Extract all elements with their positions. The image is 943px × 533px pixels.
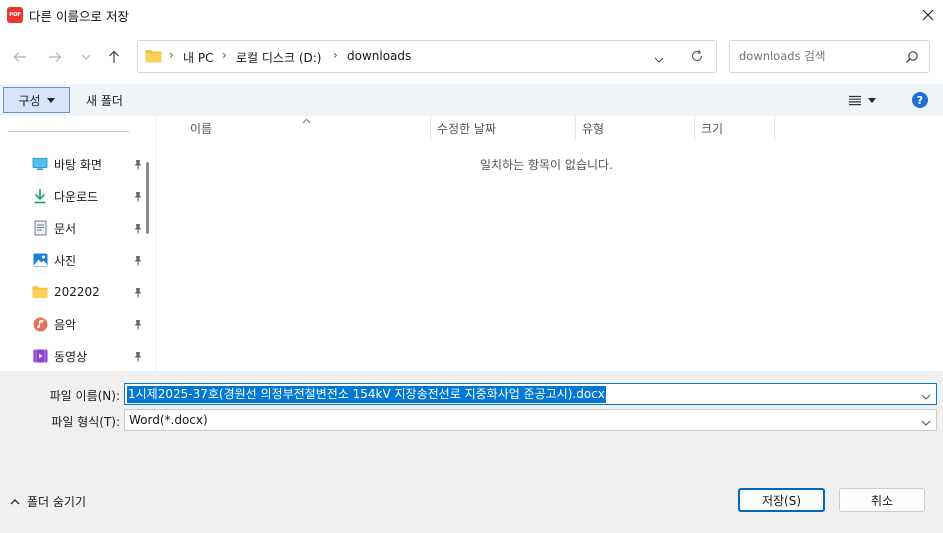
arrow-right-icon xyxy=(49,52,62,62)
filename-label: 파일 이름(N): xyxy=(49,389,120,403)
desktop-icon xyxy=(32,156,48,172)
command-bar xyxy=(0,84,943,116)
filetype-dropdown[interactable] xyxy=(921,415,931,429)
sidebar-item-desktop[interactable]: 바탕 화면 xyxy=(26,150,144,178)
column-divider[interactable] xyxy=(694,116,695,140)
column-header-type[interactable]: 유형 xyxy=(582,120,604,137)
pin-icon xyxy=(132,222,144,234)
organize-label: 구성 xyxy=(18,93,41,108)
sidebar-item-label: 음악 xyxy=(54,317,77,332)
folder-icon xyxy=(145,50,162,63)
forward-button[interactable] xyxy=(43,45,67,69)
hide-folders-button[interactable]: 폴더 숨기기 xyxy=(10,493,86,510)
organize-button[interactable]: 구성 xyxy=(3,87,70,113)
video-icon xyxy=(32,348,48,364)
breadcrumb-separator: › xyxy=(222,48,227,62)
sidebar-scrollbar[interactable] xyxy=(146,162,149,234)
chevron-down-icon xyxy=(921,394,931,400)
arrow-up-icon xyxy=(109,50,119,63)
cancel-button[interactable]: 취소 xyxy=(839,488,925,512)
refresh-button[interactable] xyxy=(690,49,704,66)
sidebar-item-label: 다운로드 xyxy=(54,189,99,204)
column-divider[interactable] xyxy=(575,116,576,140)
column-header-date-modified[interactable]: 수정한 날짜 xyxy=(437,120,496,137)
pdf-app-icon: PDF xyxy=(7,7,23,23)
change-view-button[interactable] xyxy=(848,90,888,110)
help-icon: ? xyxy=(916,93,924,107)
title-bar xyxy=(0,0,943,30)
view-list-icon xyxy=(849,95,861,105)
address-bar[interactable]: › 내 PC › 로컬 디스크 (D:) › downloads xyxy=(137,40,717,73)
column-header-name[interactable]: 이름 xyxy=(190,120,212,137)
caret-down-icon xyxy=(46,97,55,103)
search-input[interactable] xyxy=(739,49,899,63)
new-folder-label: 새 폴더 xyxy=(86,93,123,108)
save-label: 저장(S) xyxy=(761,493,802,508)
window-title: 다른 이름으로 저장 xyxy=(29,9,129,24)
empty-folder-message: 일치하는 항목이 없습니다. xyxy=(480,158,613,172)
filename-history-dropdown[interactable] xyxy=(921,389,931,403)
sidebar-item-downloads[interactable]: 다운로드 xyxy=(26,182,144,210)
picture-icon xyxy=(32,252,48,268)
sidebar-item-videos[interactable]: 동영상 xyxy=(26,342,144,370)
sidebar-item-folder-202202[interactable]: 202202 xyxy=(26,278,144,306)
sidebar-item-music[interactable]: 음악 xyxy=(26,310,144,338)
filename-input[interactable]: 1시제2025-37호(경원선 의정부전철변전소 154kV 지장송전선로 지중… xyxy=(124,383,937,405)
sidebar-item-label: 문서 xyxy=(54,221,77,236)
pane-splitter[interactable] xyxy=(156,116,157,371)
pin-icon xyxy=(132,286,144,298)
filetype-value: Word(*.docx) xyxy=(129,413,208,427)
column-divider[interactable] xyxy=(774,116,775,140)
search-box[interactable] xyxy=(729,40,930,73)
up-button[interactable] xyxy=(102,45,126,69)
pin-icon xyxy=(132,350,144,362)
sidebar-item-pictures[interactable]: 사진 xyxy=(26,246,144,274)
address-history-dropdown[interactable] xyxy=(654,52,664,66)
save-button[interactable]: 저장(S) xyxy=(738,488,825,512)
hide-folders-label: 폴더 숨기기 xyxy=(27,495,87,509)
close-icon xyxy=(922,9,933,21)
cancel-label: 취소 xyxy=(870,493,894,508)
pin-icon xyxy=(132,158,144,170)
sort-ascending-icon xyxy=(302,113,311,127)
download-icon xyxy=(32,188,48,204)
filename-value: 1시제2025-37호(경원선 의정부전철변전소 154kV 지장송전선로 지중… xyxy=(127,385,606,403)
breadcrumb-local-disk[interactable]: 로컬 디스크 (D:) xyxy=(236,49,321,66)
pin-icon xyxy=(132,190,144,202)
chevron-up-icon xyxy=(10,498,20,504)
search-icon xyxy=(905,50,919,67)
breadcrumb-separator: › xyxy=(333,48,338,62)
music-icon xyxy=(32,316,48,332)
folder-icon xyxy=(32,284,48,300)
column-divider[interactable] xyxy=(430,116,431,140)
caret-down-icon xyxy=(868,97,876,103)
filetype-select[interactable]: Word(*.docx) xyxy=(124,409,937,431)
help-button[interactable]: ? xyxy=(912,92,928,108)
close-button[interactable] xyxy=(912,0,943,30)
back-button[interactable] xyxy=(8,45,32,69)
sidebar-item-label: 사진 xyxy=(54,253,77,268)
chevron-down-icon xyxy=(81,54,91,60)
sidebar-item-label: 바탕 화면 xyxy=(54,157,102,172)
pin-icon xyxy=(132,318,144,330)
sidebar-item-label: 202202 xyxy=(54,285,100,299)
arrow-left-icon xyxy=(13,52,26,62)
chevron-down-icon xyxy=(654,57,664,63)
recent-locations-button[interactable] xyxy=(74,45,98,69)
filetype-label: 파일 형식(T): xyxy=(51,415,120,429)
document-icon xyxy=(32,220,48,236)
refresh-icon xyxy=(691,49,703,62)
breadcrumb-downloads[interactable]: downloads xyxy=(347,49,411,63)
pin-icon xyxy=(132,254,144,266)
new-folder-button[interactable]: 새 폴더 xyxy=(80,87,129,113)
breadcrumb-separator: › xyxy=(169,48,174,62)
sidebar-item-documents[interactable]: 문서 xyxy=(26,214,144,242)
column-header-size[interactable]: 크기 xyxy=(701,120,723,137)
chevron-down-icon xyxy=(921,420,931,426)
sidebar-item-label: 동영상 xyxy=(54,349,88,364)
sidebar-divider xyxy=(8,131,129,132)
breadcrumb-this-pc[interactable]: 내 PC xyxy=(183,49,213,66)
